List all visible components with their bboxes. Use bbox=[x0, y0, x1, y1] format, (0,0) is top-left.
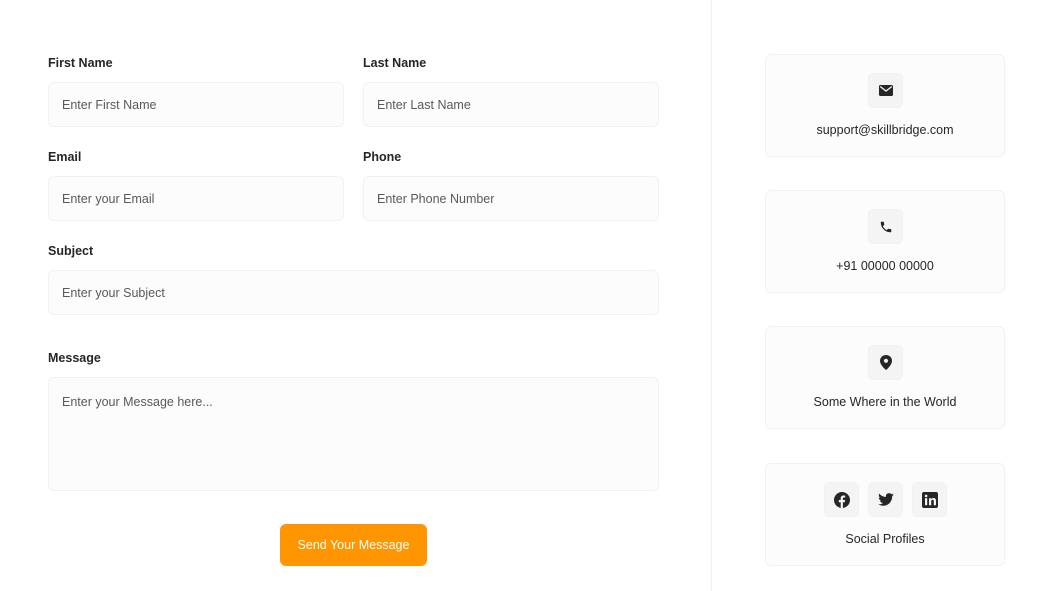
subject-input[interactable] bbox=[49, 271, 658, 314]
message-textarea[interactable] bbox=[49, 378, 658, 490]
twitter-icon[interactable] bbox=[868, 482, 903, 517]
vertical-divider bbox=[711, 0, 712, 591]
phone-contact-text: +91 00000 00000 bbox=[836, 259, 934, 273]
social-profiles-text: Social Profiles bbox=[845, 532, 925, 546]
subject-field-wrapper bbox=[48, 270, 659, 315]
email-label: Email bbox=[48, 150, 82, 164]
phone-icon bbox=[868, 209, 903, 244]
subject-label: Subject bbox=[48, 244, 94, 258]
location-contact-card[interactable]: Some Where in the World bbox=[765, 326, 1005, 429]
email-contact-card[interactable]: support@skillbridge.com bbox=[765, 54, 1005, 157]
email-contact-text: support@skillbridge.com bbox=[816, 123, 954, 137]
first-name-field-wrapper bbox=[48, 82, 344, 127]
send-message-button[interactable]: Send Your Message bbox=[280, 524, 427, 566]
first-name-label: First Name bbox=[48, 56, 113, 70]
last-name-label: Last Name bbox=[363, 56, 427, 70]
message-label: Message bbox=[48, 351, 101, 365]
social-profiles-card: Social Profiles bbox=[765, 463, 1005, 566]
email-field-wrapper bbox=[48, 176, 344, 221]
mail-icon bbox=[868, 73, 903, 108]
first-name-input[interactable] bbox=[49, 83, 343, 126]
phone-contact-card[interactable]: +91 00000 00000 bbox=[765, 190, 1005, 293]
last-name-field-wrapper bbox=[363, 82, 659, 127]
contact-page: First Name Last Name Email Phone Subject… bbox=[0, 0, 1049, 591]
phone-label: Phone bbox=[363, 150, 402, 164]
message-field-wrapper bbox=[48, 377, 659, 491]
email-input[interactable] bbox=[49, 177, 343, 220]
linkedin-icon[interactable] bbox=[912, 482, 947, 517]
location-contact-text: Some Where in the World bbox=[813, 395, 957, 409]
location-pin-icon bbox=[868, 345, 903, 380]
phone-input[interactable] bbox=[364, 177, 658, 220]
facebook-icon[interactable] bbox=[824, 482, 859, 517]
last-name-input[interactable] bbox=[364, 83, 658, 126]
phone-field-wrapper bbox=[363, 176, 659, 221]
